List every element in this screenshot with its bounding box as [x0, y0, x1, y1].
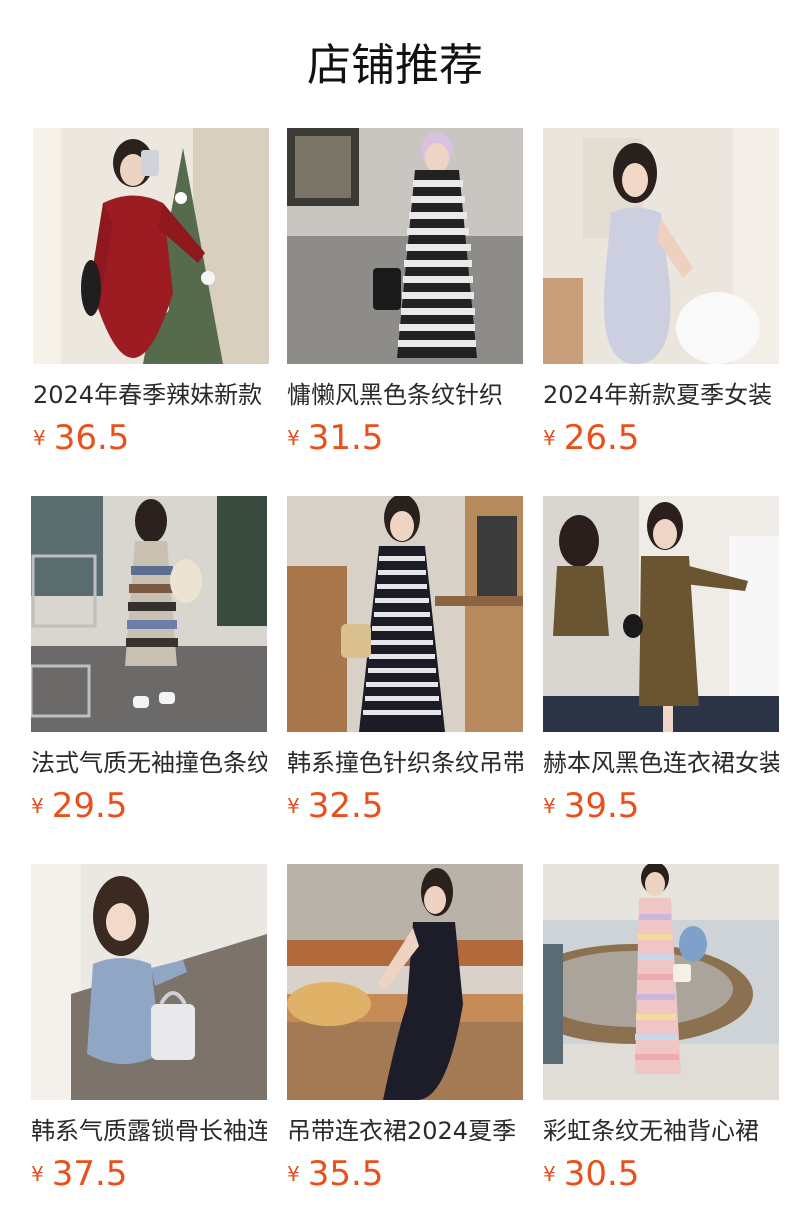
dress-photo-icon — [287, 496, 523, 732]
product-price: 35.5 — [307, 1154, 384, 1194]
product-card[interactable]: 慵懒风黑色条纹针织 ¥31.5 — [287, 128, 523, 458]
dress-photo-icon — [543, 864, 779, 1100]
price-row: ¥32.5 — [287, 784, 383, 828]
dress-photo-icon — [543, 496, 779, 732]
dress-photo-icon — [33, 128, 269, 364]
price-row: ¥30.5 — [543, 1152, 639, 1196]
product-image[interactable] — [287, 864, 523, 1100]
dress-photo-icon — [543, 128, 779, 364]
currency-symbol: ¥ — [287, 1162, 300, 1186]
product-price: 36.5 — [53, 418, 130, 458]
product-card[interactable]: 2024年新款夏季女装 ¥26.5 — [543, 128, 779, 458]
product-name[interactable]: 法式气质无袖撞色条纹 — [31, 746, 267, 780]
product-image[interactable] — [287, 128, 523, 364]
currency-symbol: ¥ — [287, 794, 300, 818]
currency-symbol: ¥ — [33, 426, 46, 450]
product-price: 31.5 — [307, 418, 384, 458]
product-card[interactable]: 韩系气质露锁骨长袖连 ¥37.5 — [31, 864, 267, 1194]
product-image[interactable] — [287, 496, 523, 732]
dress-photo-icon — [287, 128, 523, 364]
price-row: ¥26.5 — [543, 416, 639, 460]
price-row: ¥29.5 — [31, 784, 127, 828]
product-card[interactable]: 2024年春季辣妹新款 ¥36.5 — [33, 128, 269, 458]
currency-symbol: ¥ — [31, 794, 44, 818]
price-row: ¥37.5 — [31, 1152, 127, 1196]
product-card[interactable]: 彩虹条纹无袖背心裙 ¥30.5 — [543, 864, 779, 1194]
product-price: 26.5 — [563, 418, 640, 458]
product-card[interactable]: 法式气质无袖撞色条纹 ¥29.5 — [31, 496, 267, 826]
product-name[interactable]: 韩系气质露锁骨长袖连 — [31, 1114, 267, 1148]
currency-symbol: ¥ — [31, 1162, 44, 1186]
product-name[interactable]: 2024年春季辣妹新款 — [33, 378, 269, 412]
dress-photo-icon — [31, 864, 267, 1100]
product-name[interactable]: 韩系撞色针织条纹吊带 — [287, 746, 523, 780]
product-image[interactable] — [543, 864, 779, 1100]
dress-photo-icon — [287, 864, 523, 1100]
product-name[interactable]: 彩虹条纹无袖背心裙 — [543, 1114, 779, 1148]
product-price: 37.5 — [51, 1154, 128, 1194]
product-card[interactable]: 韩系撞色针织条纹吊带 ¥32.5 — [287, 496, 523, 826]
product-grid: 2024年春季辣妹新款 ¥36.5 慵懒风黑色条纹针织 ¥ 31.5 2024年… — [0, 0, 790, 1232]
product-card[interactable]: 吊带连衣裙2024夏季 ¥35.5 — [287, 864, 523, 1194]
product-image[interactable] — [31, 496, 267, 732]
currency-symbol: ¥ — [543, 426, 556, 450]
product-image[interactable] — [543, 128, 779, 364]
product-name[interactable]: 2024年新款夏季女装 — [543, 378, 779, 412]
product-card[interactable]: 赫本风黑色连衣裙女装 ¥39.5 — [543, 496, 779, 826]
price-row: ¥31.5 — [287, 416, 383, 460]
currency-symbol: ¥ — [287, 426, 300, 450]
price-row: ¥35.5 — [287, 1152, 383, 1196]
price-row: ¥39.5 — [543, 784, 639, 828]
dress-photo-icon — [31, 496, 267, 732]
product-price: 32.5 — [307, 786, 384, 826]
product-image[interactable] — [33, 128, 269, 364]
product-name[interactable]: 赫本风黑色连衣裙女装 — [543, 746, 779, 780]
product-image[interactable] — [31, 864, 267, 1100]
product-image[interactable] — [543, 496, 779, 732]
product-name[interactable]: 慵懒风黑色条纹针织 — [287, 378, 523, 412]
product-price: 30.5 — [563, 1154, 640, 1194]
currency-symbol: ¥ — [543, 794, 556, 818]
product-name[interactable]: 吊带连衣裙2024夏季 — [287, 1114, 523, 1148]
price-row: ¥36.5 — [33, 416, 129, 460]
currency-symbol: ¥ — [543, 1162, 556, 1186]
product-price: 39.5 — [563, 786, 640, 826]
product-price: 29.5 — [51, 786, 128, 826]
